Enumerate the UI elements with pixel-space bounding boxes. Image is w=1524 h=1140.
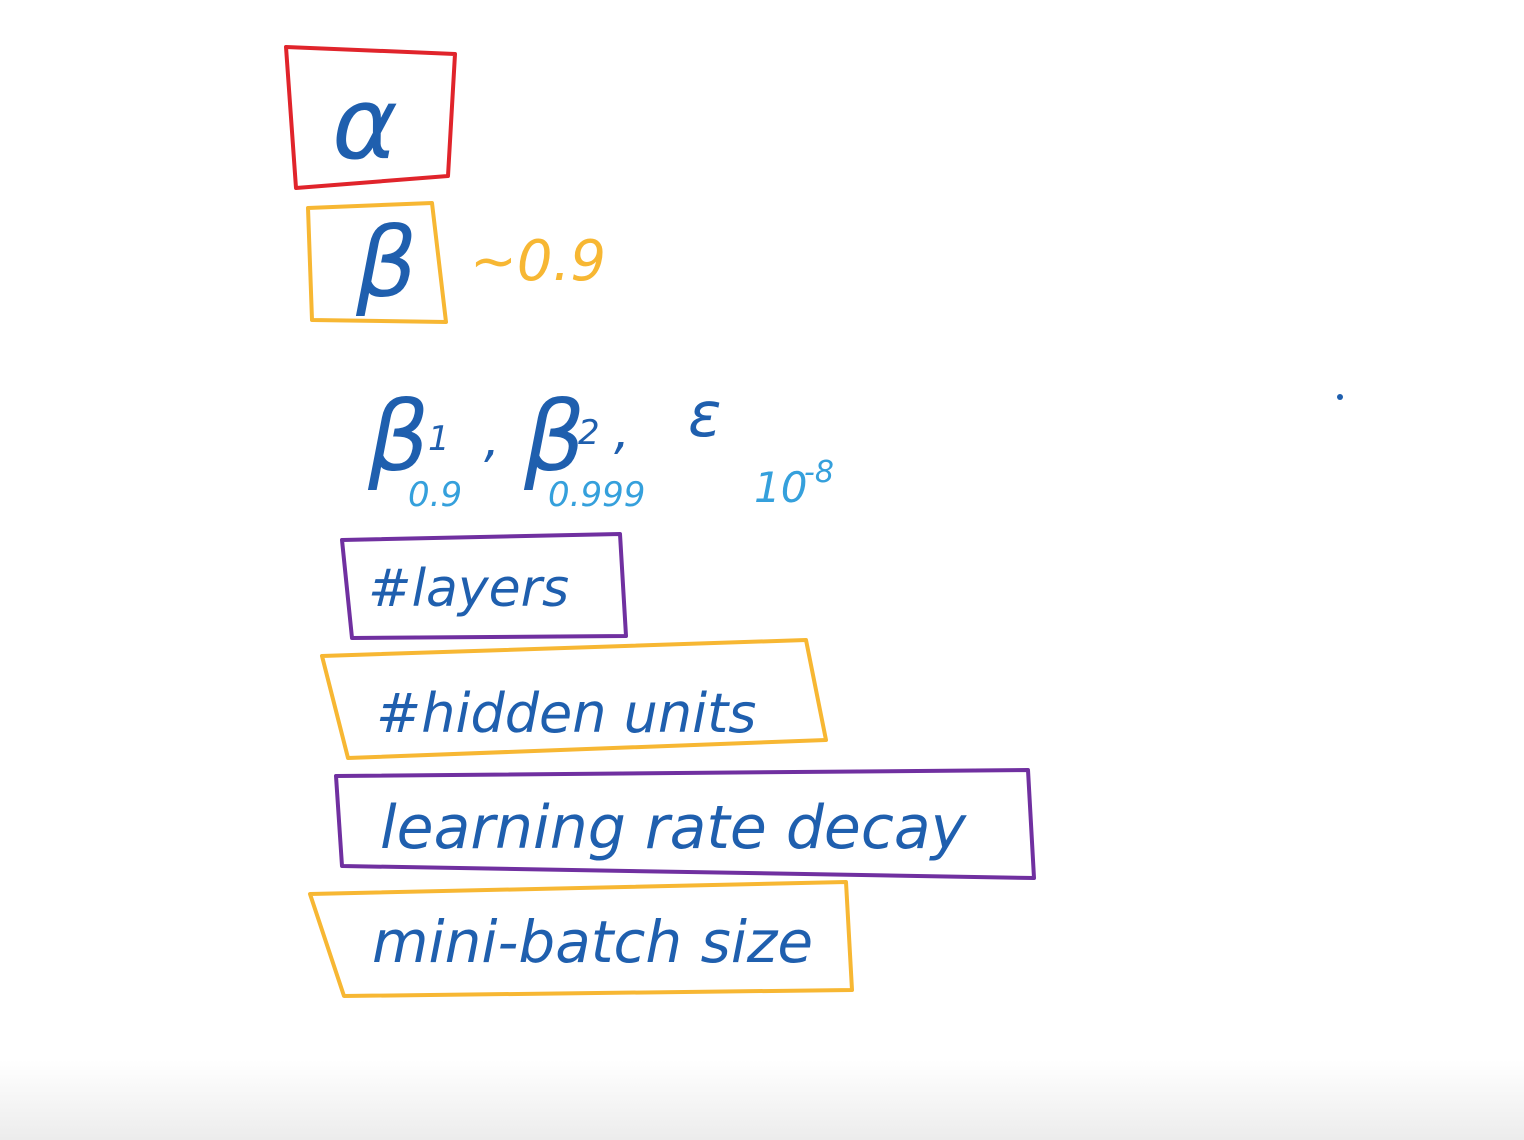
epsilon-value-base: 10 (754, 463, 807, 512)
lr-decay-label: learning rate decay (380, 793, 968, 863)
comma-1: , (484, 410, 500, 468)
beta2-subscript: 2 (578, 413, 600, 453)
epsilon-symbol: ε (688, 378, 722, 451)
hidden-units-item: #hidden units (320, 638, 828, 760)
mini-batch-item: mini-batch size (308, 880, 854, 998)
whiteboard-canvas: α β ~0.9 β 1 0.9 , β 2 , 0.999 ε 10 -8 #… (0, 0, 1524, 1140)
layers-item: #layers (340, 532, 628, 640)
beta1-subscript: 1 (428, 419, 450, 459)
alpha-item: α (284, 45, 457, 190)
beta1-value: 0.9 (408, 475, 462, 515)
epsilon-value-exponent: -8 (804, 455, 834, 490)
beta-symbol: β (355, 207, 417, 319)
comma-2: , (614, 402, 630, 460)
layers-label: #layers (368, 559, 569, 619)
alpha-symbol: α (332, 65, 398, 182)
mini-batch-label: mini-batch size (372, 908, 813, 976)
bottom-shadow (0, 1060, 1524, 1140)
lr-decay-item: learning rate decay (334, 768, 1036, 880)
whiteboard-drawing: α β ~0.9 β 1 0.9 , β 2 , 0.999 ε 10 -8 #… (284, 45, 1343, 998)
beta-item: β ~0.9 (306, 201, 606, 324)
stray-dot (1337, 394, 1343, 400)
adam-params: β 1 0.9 , β 2 , 0.999 ε 10 -8 (367, 378, 1343, 515)
beta2-value: 0.999 (548, 475, 645, 515)
hidden-units-label: #hidden units (376, 682, 756, 745)
beta-value: ~0.9 (470, 229, 606, 294)
